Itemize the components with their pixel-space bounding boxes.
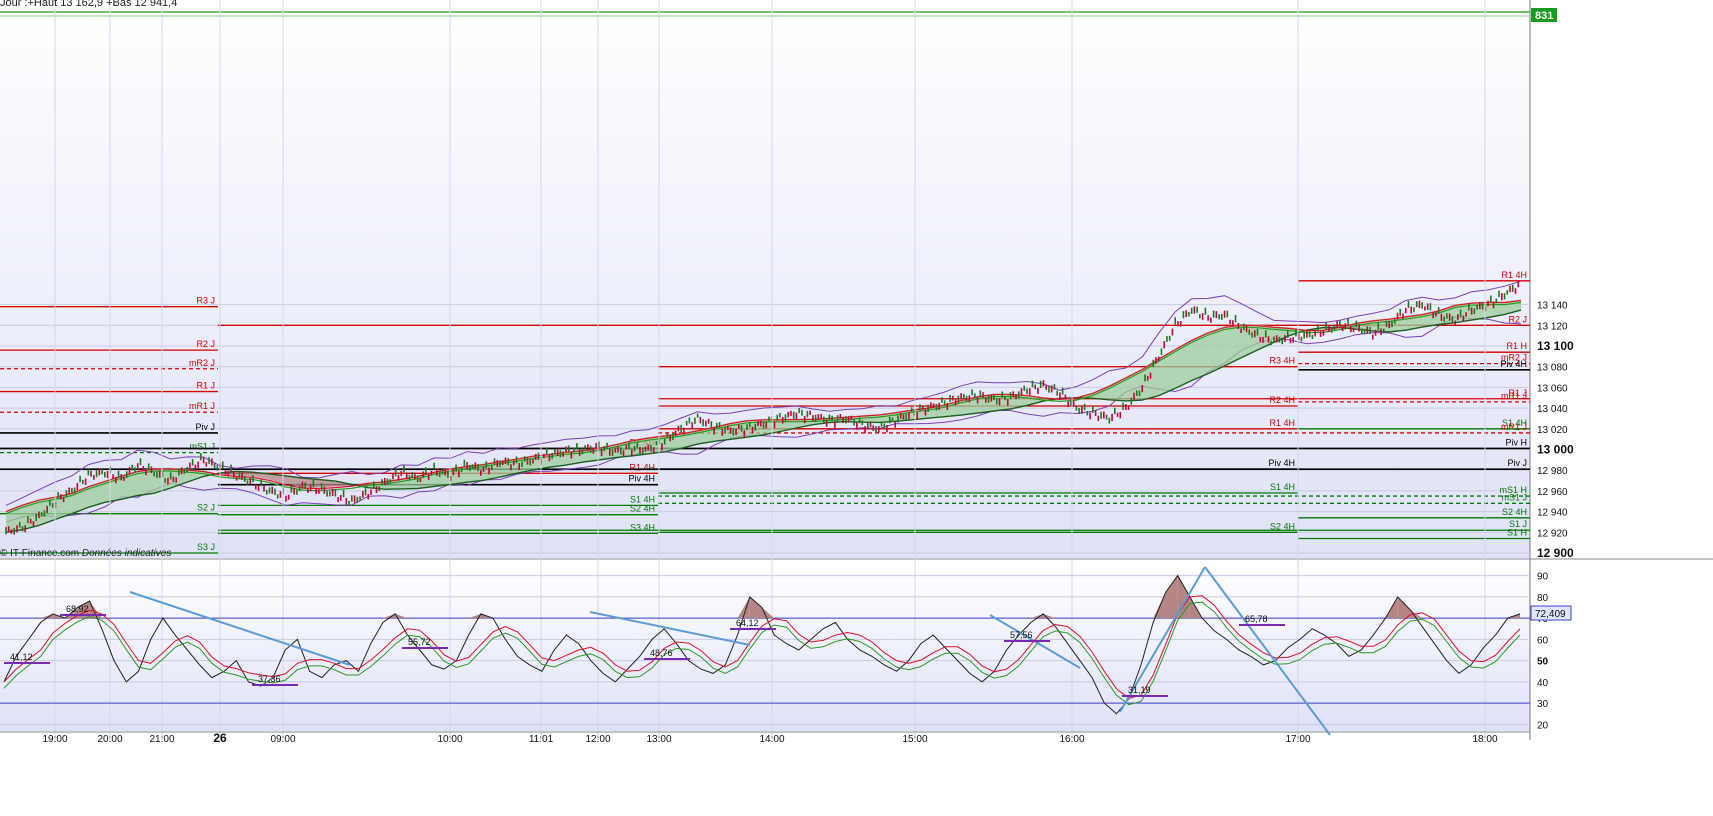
time-tick-label: 16:00 bbox=[1059, 734, 1084, 745]
price-tick-label: 13 040 bbox=[1537, 404, 1568, 415]
time-tick-label: 11:01 bbox=[529, 734, 554, 745]
rsi-point-label: 48,76 bbox=[650, 648, 673, 658]
time-tick-label: 14:00 bbox=[759, 734, 784, 745]
level-label: S2 4H bbox=[1502, 507, 1527, 517]
source-note: Données indicatives bbox=[81, 548, 172, 559]
level-label: Piv 4H bbox=[1268, 458, 1295, 468]
time-tick-label: 17:00 bbox=[1285, 734, 1310, 745]
price-tick-label: 13 060 bbox=[1537, 383, 1568, 394]
level-label: S2 J bbox=[197, 503, 215, 513]
level-label: mR1 J bbox=[1501, 422, 1527, 432]
chart-window: Jour :+Haut 13 162,9 +Bas 12 941,4 R3 JR… bbox=[0, 0, 1713, 811]
time-tick-label: 21:00 bbox=[149, 734, 174, 745]
rsi-current-label: 72,409 bbox=[1535, 609, 1566, 620]
time-tick-label: 20:00 bbox=[97, 734, 122, 745]
price-tick-label: 13 140 bbox=[1537, 301, 1568, 312]
level-label: S1 H bbox=[1507, 528, 1527, 538]
price-tick-label: 13 020 bbox=[1537, 425, 1568, 436]
level-label: S3 J bbox=[197, 542, 215, 552]
level-label: Piv 4H bbox=[628, 474, 655, 484]
last-price-label: 831 bbox=[1535, 10, 1553, 22]
daily-high-low-header: Jour :+Haut 13 162,9 +Bas 12 941,4 bbox=[0, 0, 178, 9]
rsi-point-label: 55,72 bbox=[408, 637, 431, 647]
level-label: mS1 J bbox=[1501, 492, 1527, 502]
level-label: R1 H bbox=[1506, 341, 1527, 351]
level-label: R2 4H bbox=[1269, 395, 1295, 405]
chart-canvas[interactable]: R3 J R2 J mR2 J R1 J mR1 J Piv J mS1 J S2 J S3 J… bbox=[0, 0, 1713, 811]
price-tick-label: 12 960 bbox=[1537, 487, 1568, 498]
level-label: R1 J bbox=[196, 381, 215, 391]
level-label: Piv 4H bbox=[1500, 359, 1527, 369]
level-label: mS1 J bbox=[189, 442, 215, 452]
rsi-point-label: 68,92 bbox=[66, 604, 89, 614]
level-label: R1 4H bbox=[1501, 270, 1527, 280]
level-label: S1 4H bbox=[1270, 482, 1295, 492]
time-tick-label: 18:00 bbox=[1472, 734, 1497, 745]
time-tick-label: 19:00 bbox=[42, 734, 67, 745]
price-tick-label: 12 920 bbox=[1537, 528, 1568, 539]
level-label: Piv J bbox=[195, 422, 215, 432]
rsi-tick-label: 50 bbox=[1537, 657, 1549, 668]
rsi-tick-label: 20 bbox=[1537, 720, 1549, 731]
price-tick-label: 13 080 bbox=[1537, 363, 1568, 374]
time-tick-label: 12:00 bbox=[585, 734, 610, 745]
rsi-tick-label: 60 bbox=[1537, 635, 1549, 646]
rsi-tick-label: 40 bbox=[1537, 678, 1549, 689]
rsi-point-label: 31,19 bbox=[1128, 685, 1151, 695]
level-label: mR1 J bbox=[1501, 391, 1527, 401]
rsi-point-label: 57,56 bbox=[1010, 630, 1033, 640]
source-credit: © IT-Finance.com bbox=[0, 548, 80, 559]
level-label: mR1 J bbox=[189, 401, 215, 411]
price-tick-label: 12 940 bbox=[1537, 508, 1568, 519]
level-label: S2 4H bbox=[630, 504, 655, 514]
level-label: R2 J bbox=[196, 339, 215, 349]
level-label: Piv H bbox=[1505, 437, 1527, 447]
rsi-panel-background bbox=[0, 563, 1530, 731]
level-label: mR2 J bbox=[189, 358, 215, 368]
price-tick-label: 12 900 bbox=[1537, 546, 1574, 560]
level-label: R1 4H bbox=[629, 462, 655, 472]
time-tick-label: 13:00 bbox=[646, 734, 671, 745]
price-tick-label: 13 000 bbox=[1537, 443, 1574, 457]
rsi-tick-label: 90 bbox=[1537, 572, 1549, 583]
level-label: Piv J bbox=[1507, 458, 1527, 468]
time-tick-label: 15:00 bbox=[902, 734, 927, 745]
rsi-point-label: 41,12 bbox=[10, 652, 33, 662]
price-tick-label: 13 120 bbox=[1537, 321, 1568, 332]
time-tick-label: 26 bbox=[213, 731, 227, 745]
level-label: R2 J bbox=[1508, 314, 1527, 324]
rsi-tick-label: 30 bbox=[1537, 699, 1549, 710]
time-tick-label: 09:00 bbox=[270, 734, 295, 745]
level-label: R3 4H bbox=[1269, 356, 1295, 366]
level-label: R1 4H bbox=[1269, 418, 1295, 428]
rsi-point-label: 64,12 bbox=[736, 618, 759, 628]
time-tick-label: 10:00 bbox=[437, 734, 462, 745]
rsi-point-label: 65,78 bbox=[1245, 614, 1268, 624]
price-tick-label: 13 100 bbox=[1537, 339, 1574, 353]
rsi-point-label: 37,36 bbox=[258, 674, 281, 684]
level-label: R3 J bbox=[196, 296, 215, 306]
price-tick-label: 12 980 bbox=[1537, 466, 1568, 477]
source-footer: © IT-Finance.com Données indicatives bbox=[0, 548, 171, 559]
rsi-tick-label: 80 bbox=[1537, 593, 1549, 604]
